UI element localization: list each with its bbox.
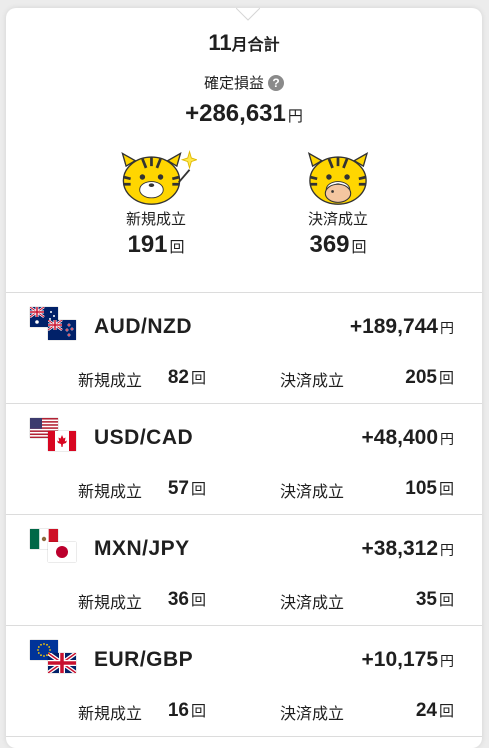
currency-unit: 円 [440, 431, 454, 447]
count-unit: 回 [438, 370, 454, 387]
currency-unit: 円 [440, 653, 454, 669]
settled-trades-label: 決済成立 [307, 211, 368, 228]
settled-trades-number: 369 [309, 231, 350, 258]
count-unit: 回 [190, 370, 206, 387]
month-suffix: 月合計 [231, 37, 280, 54]
monthly-summary-card: 11月合計 確定損益 ? +286,631 円 新規成立 191 回 決済成立 … [6, 8, 482, 748]
pair-name: AUD/NZD [94, 315, 192, 338]
new-trades-count: 191 回 [86, 231, 226, 259]
settled-trades-number: 105 [405, 478, 437, 499]
currency-unit: 円 [440, 320, 454, 336]
new-trades-stat: 新規成立 191 回 [86, 148, 226, 259]
tiger-mascot-piggybank-icon [307, 152, 369, 206]
settled-trades-number: 24 [415, 700, 437, 721]
settled-trades-label: 決済成立 [280, 484, 345, 501]
summary-section: 11月合計 確定損益 ? +286,631 円 新規成立 191 回 決済成立 … [6, 8, 482, 293]
pair-pl-amount: +189,744 [349, 315, 438, 338]
count-unit: 回 [190, 481, 206, 498]
pair-flags [30, 529, 78, 565]
new-trades-number: 57 [167, 478, 189, 499]
settled-trades-count: 24 回 [374, 700, 454, 722]
pair-pl: +189,744 円 [350, 315, 454, 339]
count-unit: 回 [169, 239, 185, 256]
pair-name: USD/CAD [94, 426, 194, 449]
realized-pl-value: +286,631 円 [6, 100, 482, 128]
pair-pl-amount: +48,400 [361, 426, 439, 449]
settled-trades-count: 369 回 [268, 231, 408, 259]
pair-flags [30, 640, 78, 676]
count-unit: 回 [190, 592, 206, 609]
canada-flag-icon [48, 431, 76, 451]
pair-row-usd-cad[interactable]: USD/CAD +48,400 円 新規成立 57 回 決済成立 105 回 [6, 404, 482, 515]
pair-pl-amount: +38,312 [361, 537, 439, 560]
pair-pl: +38,312 円 [362, 537, 455, 561]
uk-flag-icon [48, 653, 76, 673]
settled-trades-stat: 決済成立 369 回 [268, 148, 408, 259]
count-unit: 回 [190, 703, 206, 720]
pair-flags [30, 418, 78, 454]
currency-unit: 円 [440, 542, 454, 558]
pair-name: MXN/JPY [94, 537, 190, 560]
settled-trades-count: 35 回 [374, 589, 454, 611]
count-unit: 回 [438, 592, 454, 609]
count-unit: 回 [438, 703, 454, 720]
count-unit: 回 [438, 481, 454, 498]
month-total-title: 11月合計 [6, 30, 482, 56]
new-trades-number: 191 [127, 231, 168, 258]
pair-pl: +10,175 円 [362, 648, 455, 672]
pair-flags [30, 307, 78, 343]
pair-pl-amount: +10,175 [361, 648, 439, 671]
settled-trades-number: 35 [415, 589, 437, 610]
settled-trades-label: 決済成立 [280, 595, 345, 612]
realized-pl-amount: +286,631 [185, 100, 286, 127]
pair-row-eur-gbp[interactable]: EUR/GBP +10,175 円 新規成立 16 回 決済成立 24 回 [6, 626, 482, 737]
new-trades-label: 新規成立 [125, 211, 186, 228]
new-trades-count: 57 回 [126, 478, 206, 500]
settled-trades-count: 105 回 [374, 478, 454, 500]
count-unit: 回 [351, 239, 367, 256]
pair-name: EUR/GBP [94, 648, 194, 671]
new-trades-count: 82 回 [126, 367, 206, 389]
new-trades-number: 16 [167, 700, 189, 721]
pair-pl: +48,400 円 [362, 426, 455, 450]
new-trades-number: 36 [167, 589, 189, 610]
month-number: 11 [208, 30, 232, 55]
new-zealand-flag-icon [48, 320, 76, 340]
settled-trades-label: 決済成立 [280, 373, 345, 390]
pair-row-mxn-jpy[interactable]: MXN/JPY +38,312 円 新規成立 36 回 決済成立 35 回 [6, 515, 482, 626]
currency-unit: 円 [287, 108, 303, 125]
new-trades-count: 16 回 [126, 700, 206, 722]
realized-pl-label: 確定損益 [203, 75, 264, 92]
realized-pl-row: 確定損益 ? [6, 72, 482, 93]
tiger-mascot-cheer-icon [121, 149, 197, 206]
settled-trades-count: 205 回 [374, 367, 454, 389]
new-trades-number: 82 [167, 367, 189, 388]
japan-flag-icon [48, 542, 76, 562]
pair-row-aud-nzd[interactable]: AUD/NZD +189,744 円 新規成立 82 回 決済成立 205 回 [6, 293, 482, 404]
settled-trades-number: 205 [405, 367, 437, 388]
help-icon[interactable]: ? [268, 74, 284, 91]
new-trades-count: 36 回 [126, 589, 206, 611]
settled-trades-label: 決済成立 [280, 706, 345, 723]
